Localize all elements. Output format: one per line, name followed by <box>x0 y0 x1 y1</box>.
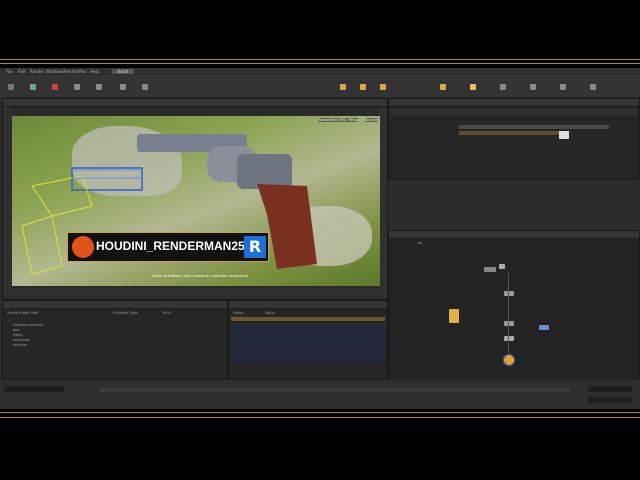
details-value-list <box>231 323 385 363</box>
shelf-tool-icon[interactable] <box>142 84 148 90</box>
menu-renderman[interactable]: RenderMan <box>64 69 87 74</box>
shelf-toolbar <box>0 75 640 97</box>
shelf-tool-icon[interactable] <box>500 84 506 90</box>
details-tab-bar <box>229 301 387 309</box>
params-header-row <box>459 125 609 129</box>
tree-row[interactable]: materials <box>13 338 225 342</box>
tree-row[interactable]: / <box>9 318 225 322</box>
top-frame-line-outer <box>0 59 640 60</box>
parameters-pane <box>388 98 640 180</box>
menu-help[interactable]: Help <box>90 69 99 74</box>
menu-windows[interactable]: Windows <box>46 69 64 74</box>
tree-row[interactable]: lights <box>13 333 225 337</box>
network-node[interactable] <box>504 321 514 326</box>
shelf-tool-icon[interactable] <box>120 84 126 90</box>
scene-graph-details: Name Value <box>228 300 388 380</box>
camera-label[interactable]: RenderMan XPU, Persp <box>318 118 358 122</box>
network-tab-bar <box>389 231 639 239</box>
node-wire <box>508 273 509 353</box>
menu-bar: File Edit Render Windows RenderMan Help … <box>0 68 640 74</box>
frame-range[interactable] <box>588 386 632 392</box>
viewer-bottom-toolbar <box>12 289 380 297</box>
scene-graph-tree: Scene Graph Path Primitive Type Kind / H… <box>2 300 228 380</box>
camera-menu[interactable]: No cam <box>364 118 378 122</box>
menu-file[interactable]: File <box>6 69 13 74</box>
column-header-kind[interactable]: Kind <box>163 311 171 315</box>
details-column-value[interactable]: Value <box>265 311 275 315</box>
menu-render[interactable]: Render <box>30 69 44 74</box>
banner-title: HOUDINI_RENDERMAN25 <box>96 239 245 253</box>
viewer-left-toolbar <box>3 107 11 297</box>
tree-row[interactable]: revolver <box>13 343 225 347</box>
shelf-tool-icon[interactable] <box>560 84 566 90</box>
viewer-right-toolbar <box>379 107 387 297</box>
shelf-tool-icon[interactable] <box>30 84 36 90</box>
shelf-tool-icon[interactable] <box>74 84 80 90</box>
desktop-selector[interactable]: Build <box>112 69 135 74</box>
bottom-frame-line-outer <box>0 417 640 418</box>
viewport-status-message: Select primitives, then choose an operat… <box>152 274 250 278</box>
light-tool-icon[interactable] <box>470 84 476 90</box>
color-swatch[interactable] <box>559 131 569 139</box>
viewport[interactable]: HOUDINI_RENDERMAN25 R RenderMan XPU, Per… <box>12 116 380 286</box>
shelf-tool-icon[interactable] <box>530 84 536 90</box>
render-output-node[interactable] <box>503 354 515 366</box>
light-tool-icon[interactable] <box>340 84 346 90</box>
houdini-logo-icon <box>72 236 94 258</box>
network-node[interactable] <box>484 267 496 272</box>
top-frame-line-inner <box>0 63 640 64</box>
network-node-selected[interactable] <box>449 309 459 323</box>
network-editor: obj <box>388 230 640 382</box>
params-selected-row[interactable] <box>459 131 559 135</box>
params-tab-bar <box>389 99 639 107</box>
column-header-path[interactable]: Scene Graph Path <box>7 311 38 315</box>
frame-range[interactable] <box>588 397 632 403</box>
network-node[interactable] <box>499 264 505 269</box>
scene-viewer-pane: HOUDINI_RENDERMAN25 R RenderMan XPU, Per… <box>2 98 388 300</box>
shelf-tool-icon[interactable] <box>96 84 102 90</box>
light-tool-icon[interactable] <box>380 84 386 90</box>
shelf-tool-icon[interactable] <box>8 84 14 90</box>
shelf-tool-icon[interactable] <box>590 84 596 90</box>
network-node[interactable] <box>504 336 514 341</box>
tree-row[interactable]: HoudiniLayerInfo <box>13 323 225 327</box>
light-tool-icon[interactable] <box>360 84 366 90</box>
menu-edit[interactable]: Edit <box>18 69 26 74</box>
timeline[interactable] <box>100 388 570 392</box>
network-node[interactable] <box>504 291 514 296</box>
params-toolbar <box>391 109 637 115</box>
tree-row[interactable]: geo <box>13 328 225 332</box>
houdini-window: File Edit Render Windows RenderMan Help … <box>0 68 640 409</box>
playback-controls[interactable] <box>4 386 64 392</box>
bottom-frame-line-inner <box>0 412 640 413</box>
shelf-tool-icon[interactable] <box>52 84 58 90</box>
scene-graph-tab-bar <box>3 301 227 309</box>
network-node[interactable] <box>539 325 549 330</box>
details-selected-row[interactable] <box>231 317 385 321</box>
playbar <box>0 380 640 408</box>
title-banner: HOUDINI_RENDERMAN25 R <box>67 232 269 262</box>
network-path[interactable]: obj <box>417 241 422 245</box>
light-tool-icon[interactable] <box>440 84 446 90</box>
details-column-name[interactable]: Name <box>233 311 243 315</box>
renderman-logo-icon: R <box>244 236 266 258</box>
column-header-type[interactable]: Primitive Type <box>113 311 138 315</box>
viewer-tab-bar <box>3 99 387 107</box>
